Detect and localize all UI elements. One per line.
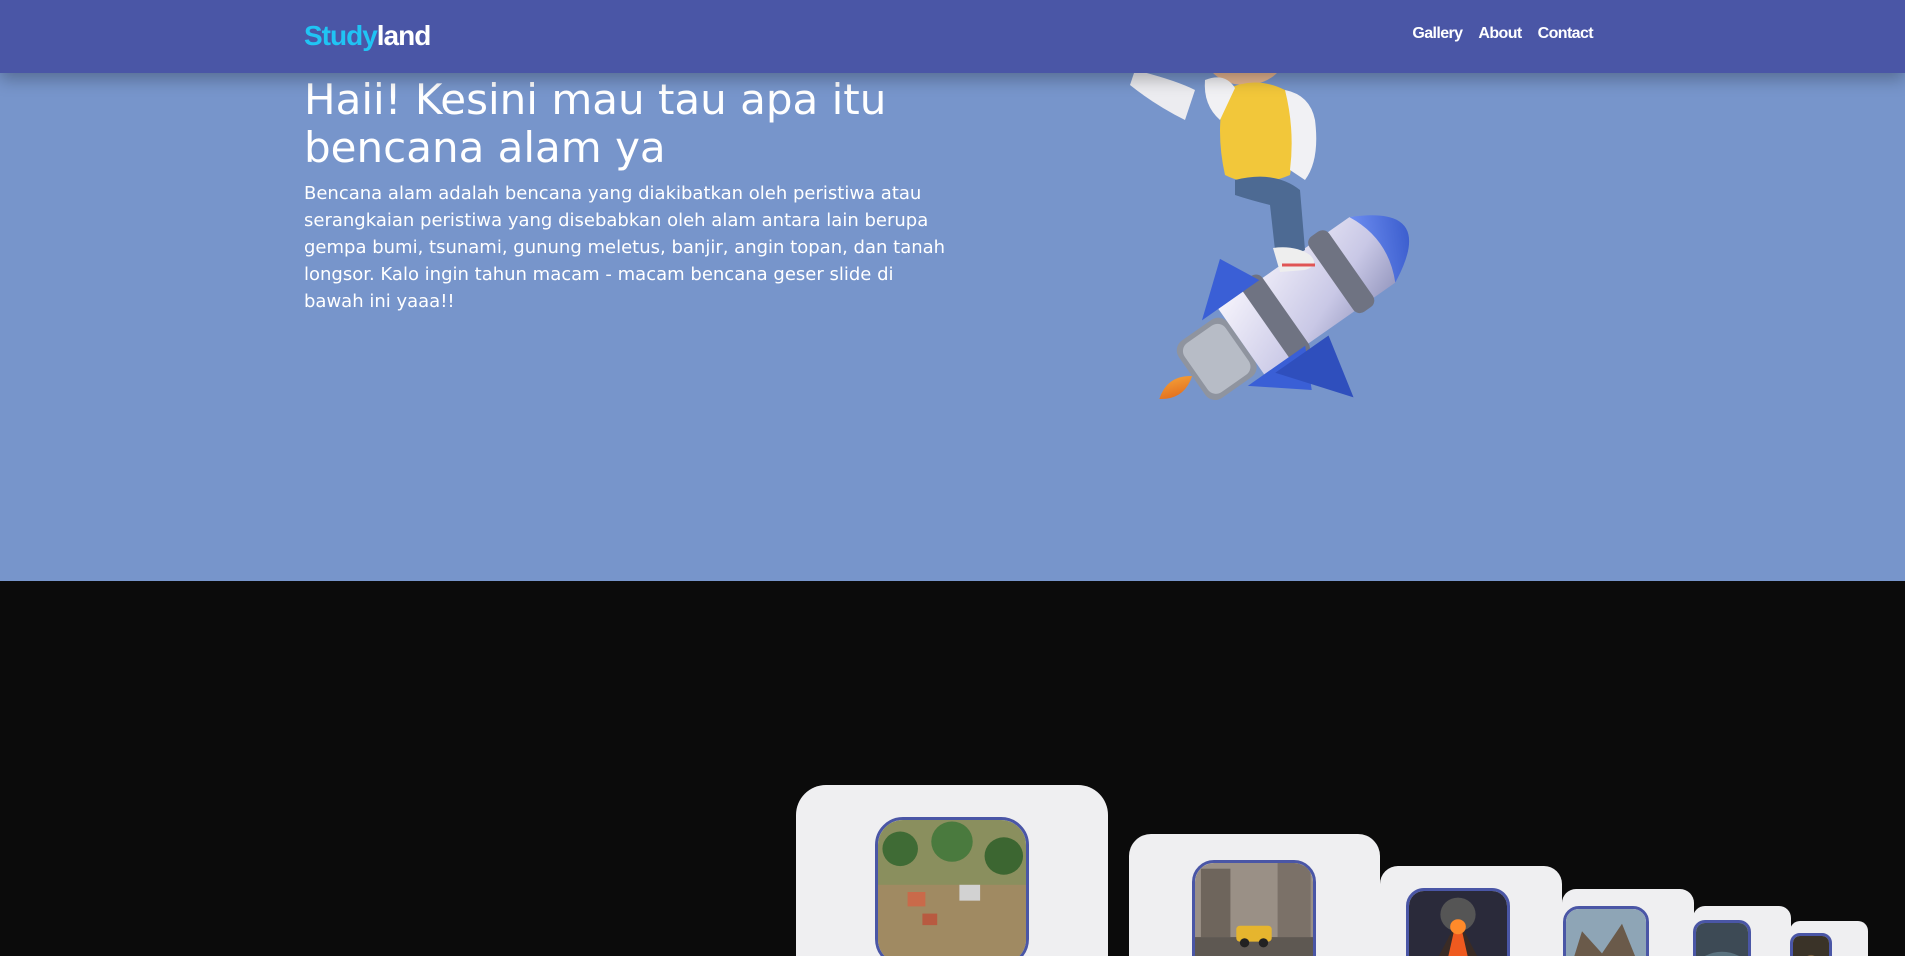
logo-part-land: land — [376, 20, 432, 51]
studyland-logo[interactable]: Studyland — [304, 20, 432, 52]
gallery-card-earthquake[interactable] — [1129, 834, 1380, 956]
boy-riding-rocket-illustration — [1130, 60, 1410, 400]
hero-section: Haii! Kesini mau tau apa itu bencana ala… — [0, 0, 1905, 581]
disaster-gallery-slider[interactable] — [0, 581, 1905, 956]
nav-link-about[interactable]: About — [1478, 25, 1522, 43]
gallery-card-landslide[interactable] — [1562, 889, 1694, 956]
hero-title: Haii! Kesini mau tau apa itu bencana ala… — [304, 75, 887, 172]
nav-link-gallery[interactable]: Gallery — [1412, 25, 1463, 43]
gallery-card-storm[interactable] — [1790, 921, 1868, 956]
landslide-image — [1563, 906, 1649, 956]
nav-link-contact[interactable]: Contact — [1538, 25, 1594, 43]
hero-description: Bencana alam adalah bencana yang diakiba… — [304, 183, 946, 312]
volcano-image — [1406, 888, 1510, 956]
gallery-card-tsunami[interactable] — [1693, 906, 1791, 956]
gallery-card-volcano[interactable] — [1380, 866, 1562, 956]
flood-image — [875, 817, 1029, 956]
navbar: Studyland Gallery About Contact — [0, 0, 1905, 73]
tsunami-image — [1693, 920, 1751, 956]
logo-part-study: Study — [304, 20, 378, 51]
storm-image — [1790, 933, 1832, 956]
gallery-card-flood[interactable] — [796, 785, 1108, 956]
nav-links: Gallery About Contact — [1412, 25, 1593, 43]
earthquake-image — [1192, 860, 1316, 956]
